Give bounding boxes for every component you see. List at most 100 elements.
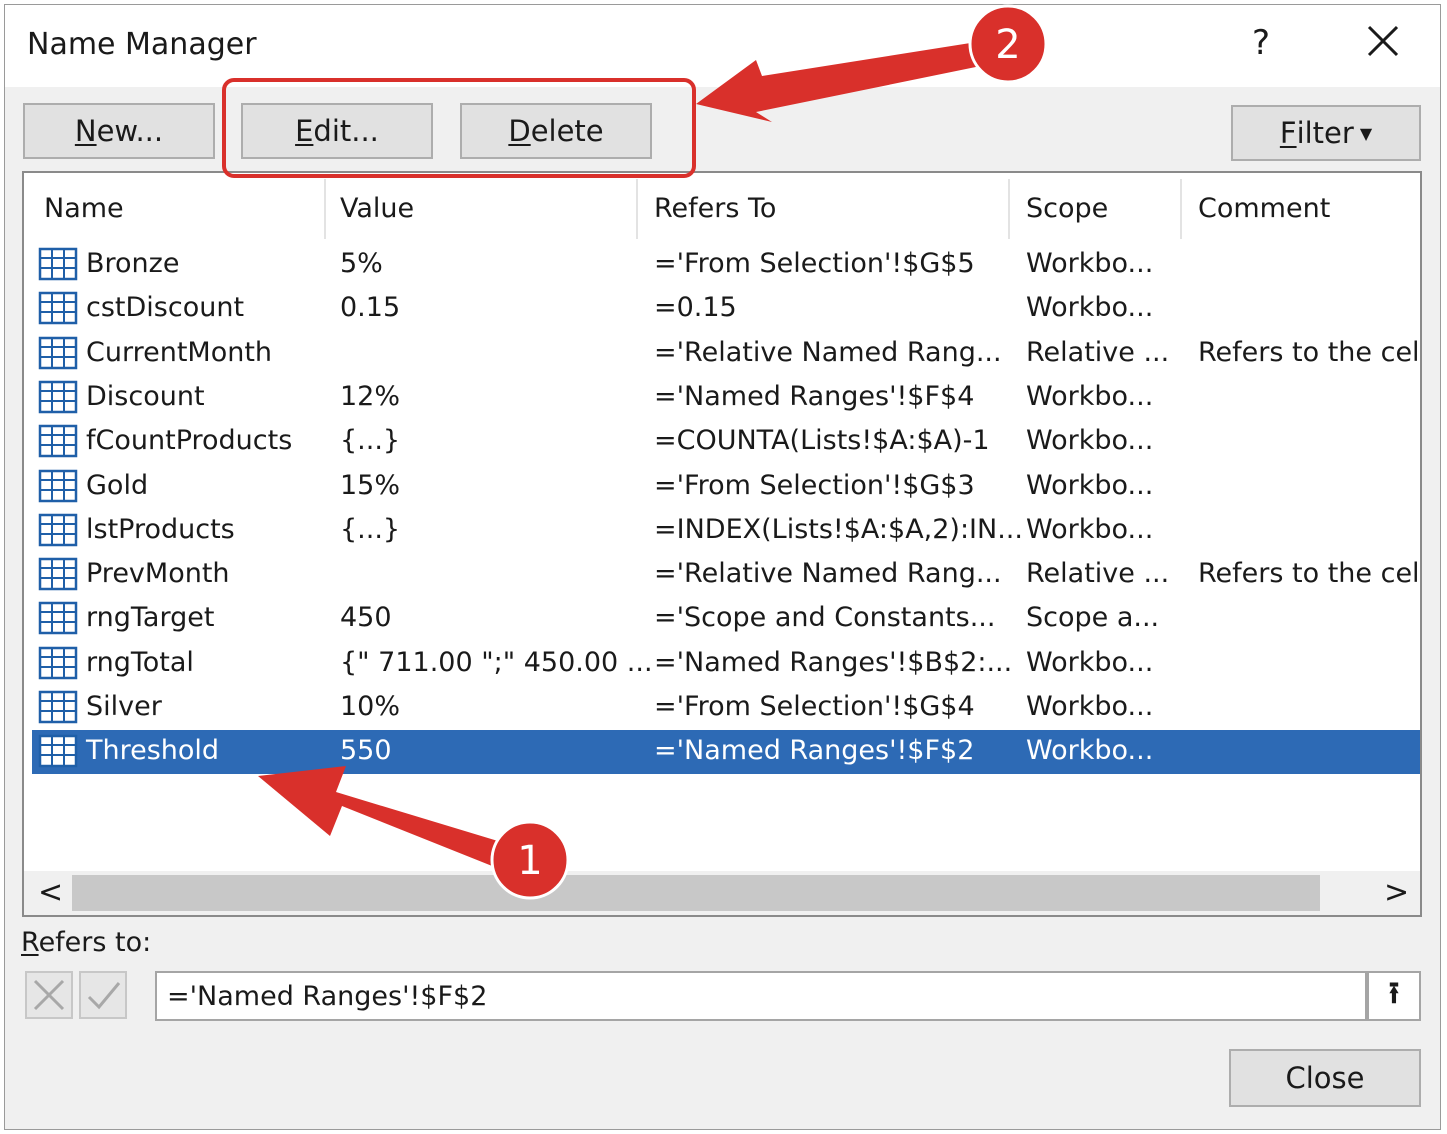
cell-name: Discount	[86, 380, 205, 412]
new-label: ew...	[96, 114, 164, 148]
scroll-right-icon[interactable]: >	[1384, 875, 1409, 910]
cell-scope: Workbo...	[1026, 380, 1154, 412]
collapse-dialog-icon[interactable]: ⭱	[1367, 971, 1421, 1021]
names-list[interactable]: Name Value Refers To Scope Comment Bronz…	[22, 171, 1422, 917]
cell-refers: ='From Selection'!$G$5	[654, 248, 975, 279]
cancel-x-icon	[33, 979, 65, 1011]
named-range-icon	[38, 690, 78, 724]
filter-label: ilter	[1296, 116, 1354, 150]
cell-name: cstDiscount	[86, 292, 245, 324]
filter-accel: F	[1279, 116, 1297, 150]
refers-to-label: Refers to:	[21, 927, 151, 958]
named-range-icon	[38, 735, 78, 768]
cell-value: {" 711.00 ";" 450.00 ...	[340, 646, 653, 678]
cell-name: Silver	[86, 691, 162, 722]
cell-name: fCountProducts	[86, 425, 293, 457]
cell-value: 12%	[340, 380, 401, 412]
named-range-icon	[38, 247, 78, 281]
cell-value: {...}	[340, 513, 401, 545]
cell-refers: ='Named Ranges'!$F$2	[654, 735, 975, 767]
column-divider[interactable]	[1180, 179, 1182, 239]
cell-scope: Relative ...	[1026, 336, 1170, 368]
scrollbar-thumb[interactable]	[72, 875, 1320, 911]
help-button[interactable]: ?	[1252, 23, 1270, 63]
table-row[interactable]: cstDiscount 0.15 =0.15 Workbo...	[32, 287, 1420, 331]
table-row[interactable]: Threshold 550 ='Named Ranges'!$F$2 Workbo..…	[32, 730, 1420, 775]
named-range-icon	[38, 469, 78, 502]
cell-name: rngTotal	[86, 646, 194, 678]
commit-edit-button[interactable]	[79, 971, 127, 1019]
cell-name: rngTarget	[86, 602, 215, 634]
chevron-down-icon: ▼	[1359, 123, 1373, 143]
cell-value: 450	[340, 602, 392, 634]
cell-name: lstProducts	[86, 513, 235, 545]
cancel-edit-button[interactable]	[25, 971, 73, 1019]
edit-label: dit...	[313, 114, 379, 148]
cell-value: 10%	[340, 691, 401, 722]
table-row[interactable]: Silver 10% ='From Selection'!$G$4 Workbo...	[32, 686, 1420, 730]
cell-comment: Refers to the cell	[1198, 336, 1422, 368]
table-row[interactable]: CurrentMonth ='Relative Named Rang... Rela…	[32, 332, 1422, 376]
cell-name: Gold	[86, 469, 149, 501]
table-row[interactable]: fCountProducts {...} =COUNTA(Lists!$A:$A)-…	[32, 420, 1420, 464]
cell-refers: ='Named Ranges'!$F$4	[654, 380, 975, 412]
delete-accel: D	[508, 114, 531, 148]
column-header-refers-to[interactable]: Refers To	[654, 193, 776, 224]
title-bar: Name Manager ?	[5, 5, 1440, 87]
cell-scope: Workbo...	[1026, 292, 1154, 324]
table-row[interactable]: rngTotal {" 711.00 ";" 450.00 ... ='Named …	[32, 642, 1420, 686]
column-divider[interactable]	[1008, 179, 1010, 239]
cell-value: 5%	[340, 248, 383, 279]
table-row[interactable]: Gold 15% ='From Selection'!$G$3 Workbo...	[32, 465, 1420, 509]
close-button[interactable]: Close	[1229, 1049, 1421, 1107]
delete-button[interactable]: Delete	[460, 103, 652, 159]
column-divider[interactable]	[636, 179, 638, 239]
scroll-left-icon[interactable]: <	[38, 875, 63, 910]
table-row[interactable]: Bronze 5% ='From Selection'!$G$5 Workbo...	[32, 243, 1420, 287]
cell-scope: Scope a...	[1026, 602, 1160, 634]
cell-scope: Workbo...	[1026, 248, 1154, 279]
cell-refers: ='From Selection'!$G$4	[654, 691, 975, 722]
table-row[interactable]: rngTarget 450 ='Scope and Constants... Scop…	[32, 597, 1420, 641]
cell-refers: =INDEX(Lists!$A:$A,2):IN...	[654, 513, 1023, 545]
edit-accel: E	[295, 114, 314, 148]
refers-accel: R	[21, 927, 39, 958]
refers-label-text: efers to:	[38, 927, 152, 958]
column-header-value[interactable]: Value	[340, 193, 414, 224]
column-header-scope[interactable]: Scope	[1026, 193, 1108, 224]
horizontal-scrollbar[interactable]: < >	[24, 871, 1420, 915]
name-manager-dialog: Name Manager ? New... Edit... Delete Fil…	[4, 4, 1441, 1130]
cell-scope: Workbo...	[1026, 691, 1154, 722]
filter-button[interactable]: Filter ▼	[1231, 105, 1421, 161]
cell-refers: ='Relative Named Rang...	[654, 336, 1002, 368]
column-divider[interactable]	[324, 179, 326, 239]
named-range-icon	[38, 602, 78, 635]
cell-value: 0.15	[340, 292, 401, 324]
cell-scope: Workbo...	[1026, 425, 1154, 457]
table-row[interactable]: PrevMonth ='Relative Named Rang... Relativ…	[32, 553, 1422, 597]
cell-refers: =0.15	[654, 292, 737, 324]
close-icon[interactable]	[1361, 19, 1405, 63]
cell-scope: Workbo...	[1026, 469, 1154, 501]
column-header-comment[interactable]: Comment	[1198, 193, 1330, 224]
new-accel: N	[74, 114, 97, 148]
cell-name: Bronze	[86, 248, 180, 279]
cell-value: 550	[340, 735, 392, 767]
cell-name: Threshold	[86, 735, 220, 767]
column-header-name[interactable]: Name	[44, 193, 124, 224]
refers-to-input[interactable]	[155, 971, 1367, 1021]
table-row[interactable]: lstProducts {...} =INDEX(Lists!$A:$A,2):IN…	[32, 509, 1420, 553]
window-title: Name Manager	[27, 27, 257, 62]
cell-scope: Relative ...	[1026, 558, 1170, 590]
named-range-icon	[38, 646, 78, 679]
named-range-icon	[38, 557, 78, 591]
cell-comment: Refers to the cell	[1198, 558, 1422, 590]
new-button[interactable]: New...	[23, 103, 215, 159]
cell-name: PrevMonth	[86, 558, 230, 590]
edit-button[interactable]: Edit...	[241, 103, 433, 159]
cell-refers: =COUNTA(Lists!$A:$A)-1	[654, 425, 990, 457]
cell-refers: ='Scope and Constants...	[654, 602, 996, 634]
cell-value: 15%	[340, 469, 401, 501]
table-row[interactable]: Discount 12% ='Named Ranges'!$F$4 Workbo...	[32, 376, 1420, 420]
cell-name: CurrentMonth	[86, 336, 273, 368]
